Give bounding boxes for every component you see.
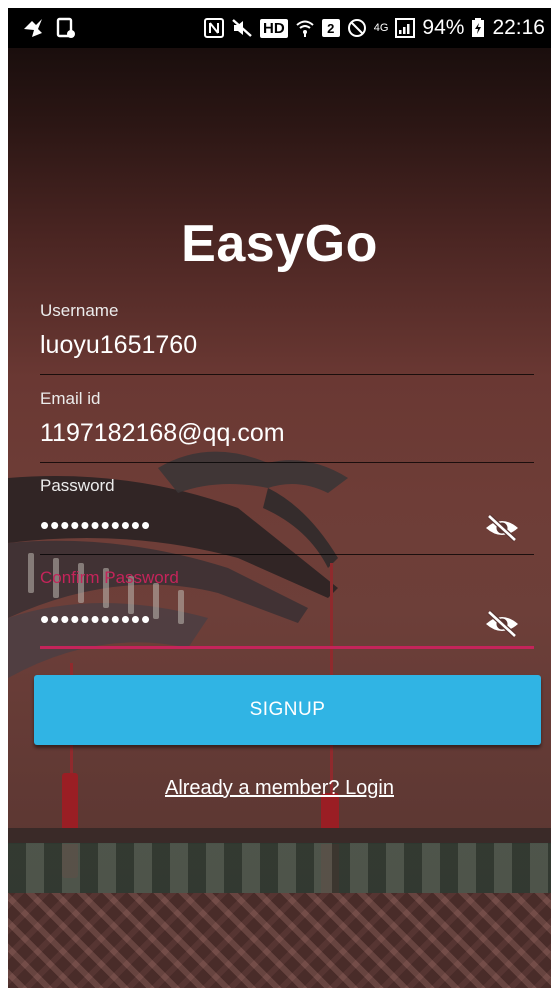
do-not-disturb-icon: [347, 18, 367, 38]
email-underline: [40, 462, 534, 463]
confirm-password-visibility-toggle[interactable]: [482, 608, 522, 640]
password-label: Password: [40, 476, 115, 495]
confirm-password-field-group: Confirm Password •••••••••••: [40, 568, 534, 653]
battery-icon: [471, 18, 485, 38]
username-input[interactable]: luoyu1651760: [40, 331, 534, 360]
login-link[interactable]: Already a member? Login: [165, 777, 394, 799]
lattice-wall: [8, 893, 551, 988]
mute-icon: [231, 18, 253, 38]
app-title: EasyGo: [181, 215, 378, 273]
password-visibility-toggle[interactable]: [482, 512, 522, 544]
email-field-group: Email id 1197182168@qq.com: [40, 389, 534, 464]
password-input[interactable]: •••••••••••: [40, 512, 534, 538]
signup-button[interactable]: SIGNUP: [34, 675, 541, 745]
eye-off-icon: [486, 610, 518, 638]
confirm-password-input[interactable]: •••••••••••: [40, 606, 534, 632]
signal-icon: [395, 18, 416, 38]
clock: 22:16: [492, 16, 545, 39]
confirm-password-underline: [40, 646, 534, 649]
wall-top: [8, 828, 551, 844]
password-field-group: Password •••••••••••: [40, 476, 534, 556]
battery-percent: 94%: [422, 16, 465, 39]
username-underline: [40, 374, 534, 375]
sim-slot-badge: 2: [321, 19, 340, 37]
confirm-password-label: Confirm Password: [40, 568, 179, 587]
email-label: Email id: [40, 389, 101, 408]
status-bar: HD 2 4G 94% 22:16: [8, 8, 551, 48]
nfc-icon: [204, 18, 225, 38]
notification-bird-icon: [22, 17, 44, 39]
hd-badge: HD: [260, 18, 288, 38]
username-field-group: Username luoyu1651760: [40, 301, 534, 376]
network-type: 4G: [373, 22, 389, 34]
phone-screen: HD 2 4G 94% 22:16 EasyGo Username luoyu1…: [8, 8, 551, 988]
username-label: Username: [40, 301, 119, 320]
eye-off-icon: [486, 514, 518, 542]
wifi-icon: [295, 18, 315, 38]
password-underline: [40, 554, 534, 555]
screenshot-icon: [56, 17, 76, 39]
tile-wall: [8, 843, 551, 893]
email-input[interactable]: 1197182168@qq.com: [40, 419, 534, 448]
login-link-row: Already a member? Login: [8, 777, 551, 800]
